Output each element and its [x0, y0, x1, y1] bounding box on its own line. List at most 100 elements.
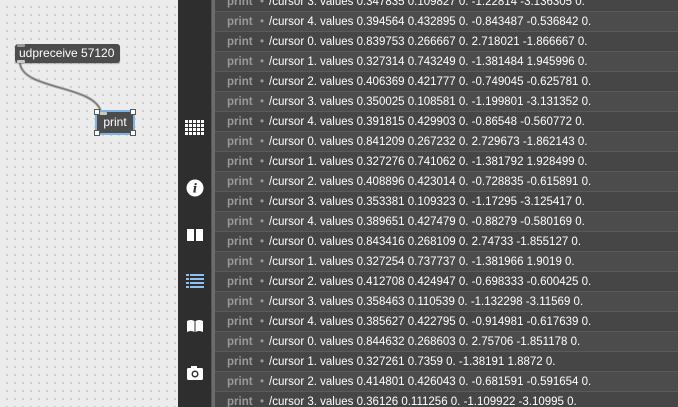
udpreceive-inlet[interactable]	[17, 44, 25, 47]
console-row-message: /cursor 2. values 0.408896 0.423014 0. -…	[269, 176, 592, 188]
console-row-message: /cursor 0. values 0.841209 0.267232 0. 2…	[269, 136, 588, 148]
console-row[interactable]: print • /cursor 1. values 0.327254 0.73773…	[215, 252, 678, 272]
list-button[interactable]	[182, 268, 207, 293]
console-row[interactable]: print • /cursor 0. values 0.839753 0.26666…	[215, 32, 678, 52]
console-row-message: /cursor 4. values 0.389651 0.427479 0. -…	[269, 216, 585, 228]
console-row[interactable]: print • /cursor 3. values 0.36126 0.111256…	[215, 392, 678, 407]
console-row-source: print	[227, 76, 253, 88]
console-row-message: /cursor 4. values 0.394564 0.432895 0. -…	[269, 16, 592, 28]
print-object[interactable]: print	[95, 110, 135, 135]
documentation-button[interactable]	[182, 313, 207, 338]
console-row[interactable]: print • /cursor 2. values 0.406369 0.42177…	[215, 72, 678, 92]
console-row-source: print	[227, 0, 253, 8]
console-row[interactable]: print • /cursor 3. values 0.358463 0.11053…	[215, 292, 678, 312]
console-row[interactable]: print • /cursor 2. values 0.408896 0.42301…	[215, 172, 678, 192]
console-row[interactable]: print • /cursor 4. values 0.389651 0.42747…	[215, 212, 678, 232]
console-row-message: /cursor 3. values 0.36126 0.111256 0. -1…	[269, 396, 577, 407]
console-row[interactable]: print • /cursor 1. values 0.327261 0.7359 …	[215, 352, 678, 372]
console-rows: print • /cursor 3. values 0.347835 0.10982…	[215, 0, 678, 407]
console-row[interactable]: print • /cursor 2. values 0.414801 0.42604…	[215, 372, 678, 392]
console-row-message: /cursor 3. values 0.350025 0.108581 0. -…	[269, 96, 592, 108]
console-row-source: print	[227, 36, 253, 48]
console-row-source: print	[227, 276, 253, 288]
console-row-bullet: •	[259, 276, 265, 288]
console-row-bullet: •	[259, 56, 265, 68]
console-row-message: /cursor 1. values 0.327254 0.737737 0. -…	[269, 256, 575, 268]
console-row-bullet: •	[259, 36, 265, 48]
console-row-source: print	[227, 256, 253, 268]
console-row-bullet: •	[259, 236, 265, 248]
console-row-bullet: •	[259, 176, 265, 188]
patcher-canvas[interactable]: udpreceive 57120 print	[0, 0, 179, 407]
console-row-bullet: •	[259, 96, 265, 108]
console-row-message: /cursor 2. values 0.406369 0.421777 0. -…	[269, 76, 592, 88]
reference-button[interactable]	[182, 222, 207, 247]
console-row-source: print	[227, 16, 253, 28]
console-row-bullet: •	[259, 376, 265, 388]
reference-book-icon	[186, 228, 203, 241]
grid-button[interactable]	[182, 115, 207, 140]
console-row[interactable]: print • /cursor 4. values 0.391815 0.42990…	[215, 112, 678, 132]
console-row-message: /cursor 2. values 0.414801 0.426043 0. -…	[269, 376, 592, 388]
console-row-source: print	[227, 196, 253, 208]
snapshot-button[interactable]	[182, 360, 207, 385]
console-row[interactable]: print • /cursor 3. values 0.350025 0.10858…	[215, 92, 678, 112]
console-row-source: print	[227, 336, 253, 348]
console-row-source: print	[227, 136, 253, 148]
console-row-message: /cursor 4. values 0.391815 0.429903 0. -…	[269, 116, 585, 128]
console-row-message: /cursor 3. values 0.358463 0.110539 0. -…	[269, 296, 584, 308]
print-inlet[interactable]	[99, 112, 107, 115]
console-row-message: /cursor 0. values 0.844632 0.268603 0. 2…	[269, 336, 581, 348]
console-row-message: /cursor 2. values 0.412708 0.424947 0. -…	[269, 276, 592, 288]
console-row-source: print	[227, 216, 253, 228]
max-console[interactable]: print • /cursor 3. values 0.347835 0.10982…	[215, 0, 678, 407]
console-row-source: print	[227, 156, 253, 168]
console-row-source: print	[227, 396, 253, 407]
udpreceive-object-label: udpreceive 57120	[19, 46, 115, 60]
console-row-message: /cursor 0. values 0.839753 0.266667 0. 2…	[269, 36, 588, 48]
console-row[interactable]: print • /cursor 1. values 0.327314 0.74324…	[215, 52, 678, 72]
console-row-source: print	[227, 176, 253, 188]
console-row-message: /cursor 4. values 0.385627 0.422795 0. -…	[269, 316, 592, 328]
selection-handle-top-left[interactable]	[94, 109, 100, 115]
console-row-source: print	[227, 356, 253, 368]
console-row-source: print	[227, 296, 253, 308]
console-row-bullet: •	[259, 256, 265, 268]
console-row[interactable]: print • /cursor 0. values 0.843416 0.26810…	[215, 232, 678, 252]
svg-text:i: i	[192, 181, 197, 195]
console-row-bullet: •	[259, 296, 265, 308]
snapshot-icon	[186, 365, 203, 380]
console-row-bullet: •	[259, 316, 265, 328]
list-icon	[185, 273, 204, 288]
console-row[interactable]: print • /cursor 3. values 0.353381 0.10932…	[215, 192, 678, 212]
console-row-source: print	[227, 376, 253, 388]
console-row-bullet: •	[259, 76, 265, 88]
console-row-bullet: •	[259, 216, 265, 228]
udpreceive-outlet[interactable]	[17, 60, 25, 63]
console-row-source: print	[227, 316, 253, 328]
open-book-icon	[186, 319, 203, 332]
selection-handle-bottom-left[interactable]	[94, 130, 100, 136]
console-row-bullet: •	[259, 136, 265, 148]
console-row-bullet: •	[259, 16, 265, 28]
console-row-bullet: •	[259, 356, 265, 368]
selection-handle-top-right[interactable]	[130, 109, 136, 115]
console-row[interactable]: print • /cursor 4. values 0.394564 0.43289…	[215, 12, 678, 32]
console-row[interactable]: print • /cursor 2. values 0.412708 0.42494…	[215, 272, 678, 292]
udpreceive-object[interactable]: udpreceive 57120	[15, 44, 120, 63]
console-row-message: /cursor 0. values 0.843416 0.268109 0. 2…	[269, 236, 582, 248]
selection-handle-bottom-right[interactable]	[130, 130, 136, 136]
inspector-button[interactable]: i	[182, 175, 207, 200]
console-row[interactable]: print • /cursor 0. values 0.844632 0.26860…	[215, 332, 678, 352]
console-row-message: /cursor 1. values 0.327314 0.743249 0. -…	[269, 56, 588, 68]
console-row-message: /cursor 3. values 0.353381 0.109323 0. -…	[269, 196, 585, 208]
grid-icon	[184, 119, 204, 135]
console-row[interactable]: print • /cursor 3. values 0.347835 0.10982…	[215, 0, 678, 12]
console-row[interactable]: print • /cursor 4. values 0.385627 0.42279…	[215, 312, 678, 332]
console-row-source: print	[227, 96, 253, 108]
console-row[interactable]: print • /cursor 0. values 0.841209 0.26723…	[215, 132, 678, 152]
info-icon: i	[186, 179, 203, 196]
console-row-source: print	[227, 116, 253, 128]
console-row-message: /cursor 1. values 0.327276 0.741062 0. -…	[269, 156, 588, 168]
console-row[interactable]: print • /cursor 1. values 0.327276 0.74106…	[215, 152, 678, 172]
